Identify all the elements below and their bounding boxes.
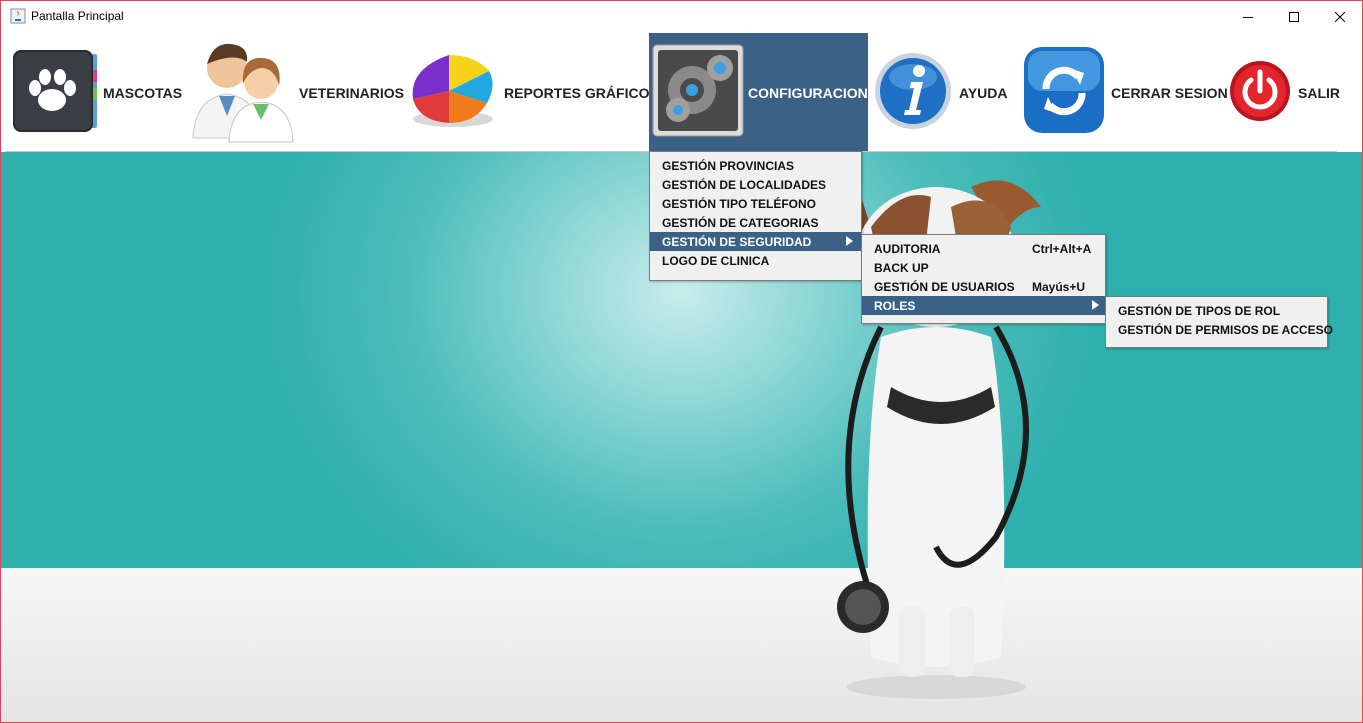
menu-mascotas[interactable]: MASCOTAS (5, 33, 187, 151)
shortcut-gestion-usuarios: Mayús+U (1032, 280, 1086, 294)
menu-salir-label: SALIR (1298, 85, 1340, 101)
menu-ayuda-label: AYUDA (959, 85, 1008, 101)
menu-item-roles[interactable]: ROLES (862, 296, 1105, 315)
menu-veterinarios[interactable]: VETERINARIOS (187, 33, 405, 151)
maximize-button[interactable] (1271, 1, 1317, 32)
menu-item-gestion-categorias[interactable]: GESTIÓN DE CATEGORIAS (650, 213, 861, 232)
shortcut-auditoria: Ctrl+Alt+A (1032, 242, 1092, 256)
doctors-icon (192, 43, 294, 143)
roles-submenu: GESTIÓN DE TIPOS DE ROL GESTIÓN DE PERMI… (1105, 296, 1333, 348)
pie-chart-icon (412, 55, 493, 127)
main-menubar: MASCOTAS VETERINARIOS REPORTES GRÁFICOS … (5, 33, 1340, 152)
close-button[interactable] (1317, 1, 1362, 32)
gears-icon (652, 44, 744, 137)
menu-item-back-up[interactable]: BACK UP (862, 258, 1105, 277)
maximize-icon (1289, 11, 1299, 22)
menu-item-logo-clinica[interactable]: LOGO DE CLINICA (650, 251, 861, 270)
menu-veterinarios-label: VETERINARIOS (299, 85, 405, 101)
minimize-button[interactable] (1225, 1, 1271, 32)
menu-salir[interactable]: SALIR (1226, 33, 1340, 151)
title-bar[interactable]: Pantalla Principal (1, 1, 1362, 32)
menu-mascotas-label: MASCOTAS (103, 85, 183, 101)
menu-item-gestion-provincias[interactable]: GESTIÓN PROVINCIAS (650, 156, 861, 175)
main-window: Pantalla Principal MASCOTAS VETERINARIOS… (0, 0, 1363, 723)
info-icon (875, 53, 951, 129)
paw-book-icon (13, 50, 97, 132)
menu-cerrar-sesion[interactable]: CERRAR SESION (1016, 33, 1228, 151)
menu-reportes-graficos[interactable]: REPORTES GRÁFICOS (403, 33, 659, 151)
refresh-icon (1024, 47, 1104, 133)
menu-ayuda[interactable]: AYUDA (868, 33, 1016, 151)
power-icon (1230, 61, 1290, 121)
menu-item-gestion-permisos-acceso[interactable]: GESTIÓN DE PERMISOS DE ACCESO (1106, 320, 1333, 339)
close-icon (1335, 11, 1345, 22)
menu-cerrar-sesion-label: CERRAR SESION (1111, 85, 1228, 101)
window-title: Pantalla Principal (31, 9, 124, 23)
submenu-arrow-icon (846, 236, 853, 246)
menu-item-gestion-tipo-telefono[interactable]: GESTIÓN TIPO TELÉFONO (650, 194, 861, 213)
menu-reportes-label: REPORTES GRÁFICOS (504, 85, 659, 101)
configuracion-menu: GESTIÓN PROVINCIAS GESTIÓN DE LOCALIDADE… (649, 151, 862, 281)
menu-item-gestion-seguridad[interactable]: GESTIÓN DE SEGURIDAD (650, 232, 861, 251)
submenu-arrow-icon (1092, 300, 1099, 310)
menu-item-gestion-localidades[interactable]: GESTIÓN DE LOCALIDADES (650, 175, 861, 194)
menu-item-gestion-usuarios[interactable]: GESTIÓN DE USUARIOS Mayús+U (862, 277, 1105, 296)
menu-configuracion-label: CONFIGURACION (748, 85, 868, 101)
menu-item-auditoria[interactable]: AUDITORIA Ctrl+Alt+A (862, 239, 1105, 258)
menu-configuracion[interactable]: CONFIGURACION (649, 33, 868, 151)
seguridad-submenu: AUDITORIA Ctrl+Alt+A BACK UP GESTIÓN DE … (861, 234, 1106, 324)
floor-backdrop (1, 568, 1362, 722)
minimize-icon (1243, 16, 1253, 18)
java-app-icon (10, 8, 26, 24)
menu-item-gestion-tipos-rol[interactable]: GESTIÓN DE TIPOS DE ROL (1106, 301, 1327, 320)
